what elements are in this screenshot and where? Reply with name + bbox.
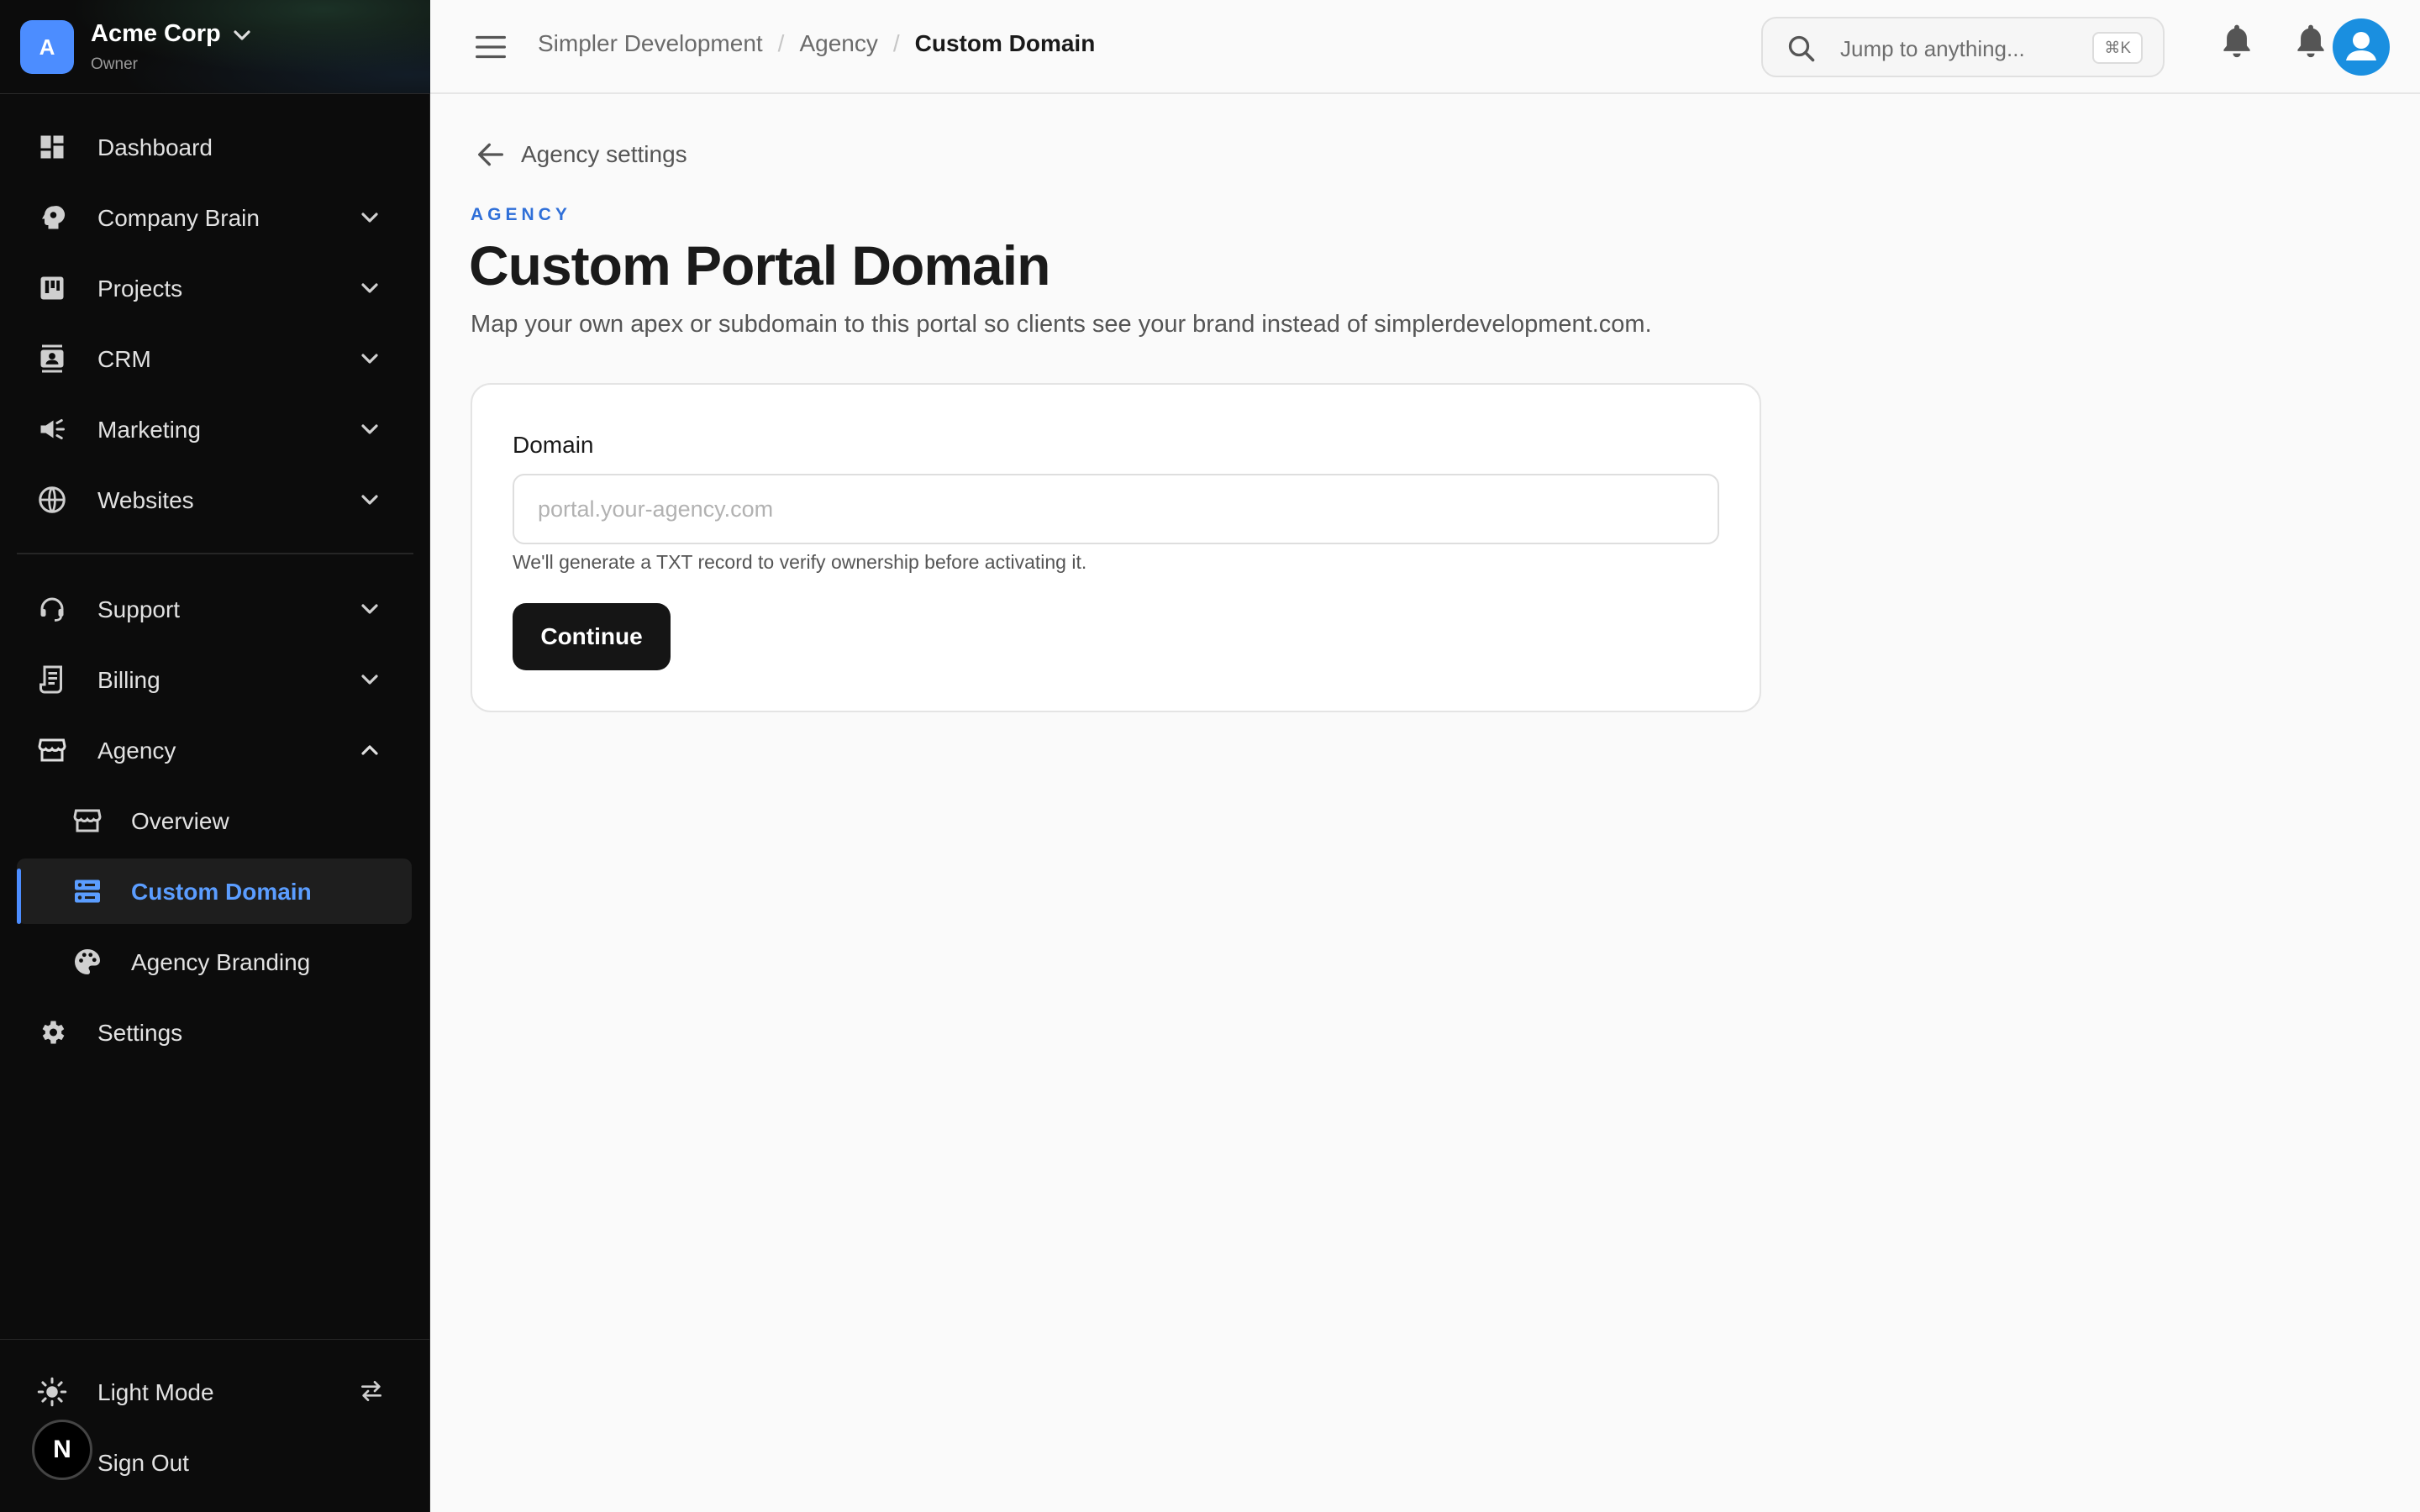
breadcrumb-separator: /	[892, 30, 900, 56]
storefront-icon	[73, 809, 102, 832]
sidebar-item-crm[interactable]: CRM	[17, 326, 412, 391]
chevron-down-icon	[361, 424, 378, 434]
sidebar-item-label: Websites	[97, 487, 194, 513]
back-link[interactable]: Agency settings	[474, 138, 687, 171]
sidebar-item-marketing[interactable]: Marketing	[17, 396, 412, 462]
sidebar-divider	[17, 553, 413, 554]
org-role: Owner	[91, 55, 138, 73]
brain-icon	[42, 206, 66, 229]
chevron-down-icon	[361, 213, 378, 223]
chevron-down-icon	[361, 283, 378, 293]
page-title: Custom Portal Domain	[469, 234, 1050, 297]
sidebar-item-billing[interactable]: Billing	[17, 647, 412, 712]
menu-icon[interactable]	[474, 32, 508, 62]
sidebar-item-label: CRM	[97, 346, 151, 372]
sidebar-item-dashboard[interactable]: Dashboard	[17, 114, 412, 180]
topbar: Simpler Development / Agency / Custom Do…	[430, 0, 2420, 94]
chevron-down-icon	[361, 495, 378, 505]
sidebar-item-label: Agency	[97, 738, 176, 764]
kanban-icon	[40, 276, 64, 300]
org-avatar: A	[20, 20, 74, 74]
shortcut-hint: ⌘K	[2092, 32, 2143, 64]
sidebar-item-label: Company Brain	[97, 205, 260, 231]
user-icon	[2346, 32, 2376, 60]
back-link-label: Agency settings	[521, 141, 687, 167]
sidebar-item-label: Overview	[131, 808, 229, 834]
sidebar-item-label: Projects	[97, 276, 183, 302]
chevron-up-icon	[361, 745, 378, 755]
chevron-down-icon	[234, 30, 250, 40]
sidebar-item-support[interactable]: Support	[17, 576, 412, 642]
domain-input[interactable]	[513, 474, 1719, 544]
sidebar-item-label: Billing	[97, 667, 160, 693]
arrow-left-icon	[478, 143, 503, 166]
n-badge[interactable]: N	[32, 1420, 92, 1480]
command-search[interactable]: Jump to anything... ⌘K	[1761, 17, 2165, 77]
sidebar-item-label: Marketing	[97, 417, 201, 443]
chevron-down-icon	[361, 604, 378, 614]
avatar[interactable]	[2333, 18, 2390, 76]
megaphone-icon	[40, 419, 65, 439]
breadcrumb-current: Custom Domain	[914, 30, 1096, 56]
sidebar: A Acme Corp Owner Dashboard Company Brai…	[0, 0, 430, 1512]
bell-icon[interactable]	[2218, 22, 2255, 59]
section-eyebrow: AGENCY	[471, 205, 571, 224]
swap-icon[interactable]	[356, 1378, 387, 1404]
domain-field-label: Domain	[513, 432, 594, 458]
breadcrumb-separator: /	[777, 30, 785, 56]
sun-icon	[37, 1377, 67, 1407]
breadcrumb-item[interactable]: Agency	[799, 30, 877, 57]
chevron-down-icon	[361, 354, 378, 364]
sidebar-item-company-brain[interactable]: Company Brain	[17, 185, 412, 250]
contacts-icon	[40, 344, 64, 373]
search-icon	[1788, 35, 1815, 62]
palette-icon	[75, 949, 100, 974]
sidebar-item-agency[interactable]: Agency	[17, 717, 412, 783]
headset-icon	[40, 597, 64, 622]
sidebar-item-agency-branding[interactable]: Agency Branding	[17, 929, 412, 995]
breadcrumb-item[interactable]: Simpler Development	[538, 30, 763, 57]
domain-field-hint: We'll generate a TXT record to verify ow…	[513, 551, 1087, 573]
breadcrumb: Simpler Development / Agency / Custom Do…	[538, 30, 1095, 57]
receipt-icon	[39, 665, 62, 694]
sidebar-item-projects[interactable]: Projects	[17, 255, 412, 321]
sidebar-item-settings[interactable]: Settings	[17, 1000, 412, 1065]
sidebar-item-label: Custom Domain	[131, 879, 312, 905]
sidebar-item-label: Settings	[97, 1020, 183, 1046]
domain-form-card: Domain We'll generate a TXT record to ve…	[471, 383, 1761, 712]
globe-icon	[39, 486, 66, 513]
storefront-icon	[38, 738, 66, 762]
page-subtitle: Map your own apex or subdomain to this p…	[471, 311, 1652, 338]
bell-icon[interactable]	[2292, 22, 2329, 59]
continue-button[interactable]: Continue	[513, 603, 671, 670]
sign-out-label: Sign Out	[97, 1450, 189, 1476]
gear-icon	[42, 1021, 65, 1044]
sidebar-item-label: Dashboard	[97, 134, 213, 160]
sidebar-item-websites[interactable]: Websites	[17, 467, 412, 533]
sidebar-item-label: Agency Branding	[131, 949, 311, 975]
dashboard-icon	[40, 135, 64, 159]
org-name: Acme Corp	[91, 20, 221, 47]
sidebar-footer-divider	[0, 1339, 430, 1340]
sidebar-item-label: Support	[97, 596, 181, 622]
search-placeholder: Jump to anything...	[1840, 36, 2025, 61]
server-icon	[75, 879, 100, 903]
light-mode-label: Light Mode	[97, 1379, 214, 1405]
sidebar-item-overview[interactable]: Overview	[17, 788, 412, 853]
light-mode-toggle[interactable]: Light Mode	[17, 1359, 412, 1425]
org-switcher[interactable]: A Acme Corp Owner	[0, 0, 430, 94]
chevron-down-icon	[361, 675, 378, 685]
active-indicator	[17, 869, 21, 924]
sidebar-item-custom-domain[interactable]: Custom Domain	[17, 858, 412, 924]
